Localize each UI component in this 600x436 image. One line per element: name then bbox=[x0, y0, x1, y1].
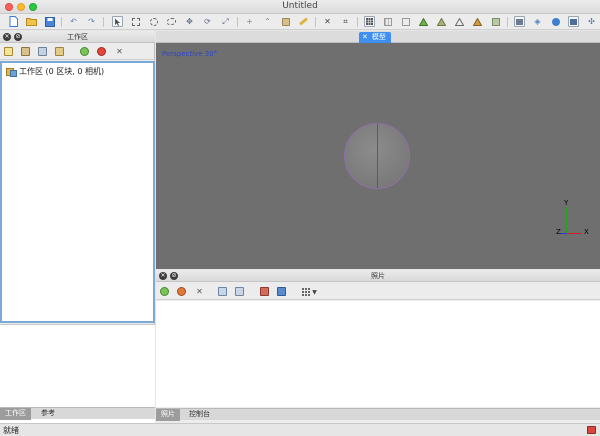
axis-gizmo: Y Z X bbox=[556, 199, 596, 239]
shapes-icon[interactable]: ◈ bbox=[532, 16, 543, 27]
remove-icon[interactable]: ✕ bbox=[114, 46, 125, 57]
tab-console[interactable]: 控制台 bbox=[184, 409, 215, 421]
panel-icon[interactable] bbox=[568, 16, 579, 27]
move-icon[interactable]: ✥ bbox=[184, 16, 195, 27]
enable-icon[interactable] bbox=[80, 47, 89, 56]
rotate-left-icon[interactable] bbox=[218, 287, 227, 296]
main-toolbar: ↶ ↷ ✥ ⟳ ⤢ + ⌃ ✕ ⌗ ◈ ✣ bbox=[0, 14, 600, 30]
tab-model-label: 模型 bbox=[371, 33, 386, 41]
move-arrows-icon[interactable]: ✣ bbox=[586, 16, 597, 27]
wire-icon[interactable] bbox=[490, 16, 501, 27]
z-axis-line bbox=[560, 233, 567, 234]
photos-title: 照片 bbox=[371, 272, 385, 280]
measure-icon[interactable] bbox=[298, 16, 309, 27]
image-view-icon[interactable] bbox=[277, 287, 286, 296]
model-viewport[interactable]: Perspective 30° Y Z X bbox=[156, 43, 600, 269]
circle-select-icon[interactable] bbox=[148, 16, 159, 27]
save-icon[interactable] bbox=[44, 16, 55, 27]
mesh-icon[interactable] bbox=[454, 16, 465, 27]
photos-toolbar: ✕ ▼ bbox=[156, 283, 600, 300]
crosshair-icon[interactable]: + bbox=[244, 16, 255, 27]
paint-icon[interactable] bbox=[280, 16, 291, 27]
photos-list[interactable] bbox=[156, 301, 600, 407]
toolbar-separator bbox=[237, 17, 238, 27]
remove-icon[interactable]: ✕ bbox=[194, 286, 205, 297]
reset-view-icon[interactable] bbox=[260, 287, 269, 296]
ortho-icon[interactable] bbox=[400, 16, 411, 27]
add-photos-icon[interactable] bbox=[21, 47, 30, 56]
z-axis-label: Z bbox=[556, 228, 561, 236]
trackball-meridian bbox=[377, 124, 378, 188]
trackball-sphere[interactable] bbox=[344, 123, 410, 189]
add-folder-icon[interactable] bbox=[38, 47, 47, 56]
toolbar-separator bbox=[357, 17, 358, 27]
workspace-tabs: 工作区 参考 bbox=[0, 407, 155, 420]
toolbar-separator bbox=[315, 17, 316, 27]
notification-icon[interactable] bbox=[587, 426, 596, 434]
texture-icon[interactable] bbox=[436, 16, 447, 27]
tab-workspace[interactable]: 工作区 bbox=[0, 408, 31, 420]
add-chunk-icon[interactable] bbox=[4, 47, 13, 56]
crop-icon[interactable]: ⌗ bbox=[340, 16, 351, 27]
tab-model[interactable]: ✕ 模型 bbox=[359, 32, 391, 43]
photos-tabs: 照片 控制台 bbox=[156, 408, 600, 421]
projection-label: Perspective 30° bbox=[162, 50, 218, 58]
status-text: 就绪 bbox=[3, 426, 19, 435]
disable-icon[interactable] bbox=[97, 47, 106, 56]
window-title: Untitled bbox=[282, 1, 318, 11]
undo-icon[interactable]: ↶ bbox=[68, 16, 79, 27]
lasso-select-icon[interactable] bbox=[166, 16, 177, 27]
title-bar: Untitled bbox=[0, 0, 600, 14]
tree-item-workspace[interactable]: 工作区 (0 区块, 0 相机) bbox=[6, 66, 104, 77]
open-folder-icon[interactable] bbox=[26, 16, 37, 27]
ruler-icon[interactable]: ⌃ bbox=[262, 16, 273, 27]
enable-icon[interactable] bbox=[160, 287, 169, 296]
grid-icon[interactable] bbox=[364, 16, 375, 27]
y-axis-line bbox=[566, 207, 567, 234]
close-tab-icon[interactable]: ✕ bbox=[362, 32, 368, 43]
x-axis-label: X bbox=[584, 228, 589, 236]
cut-icon[interactable]: ✕ bbox=[322, 16, 333, 27]
photo-icon[interactable] bbox=[514, 16, 525, 27]
shade-icon[interactable] bbox=[418, 16, 429, 27]
photos-panel: ✕ ⊘ 照片 ✕ ▼ 照片 控制台 bbox=[156, 270, 600, 423]
workspace-panel: ✕ ⊘ 工作区 ✕ 工作区 (0 区块, 0 相机) 工作区 参考 bbox=[0, 31, 155, 436]
info-icon[interactable] bbox=[550, 16, 561, 27]
workspace-panel-header: ✕ ⊘ 工作区 bbox=[0, 31, 155, 43]
toolbar-separator bbox=[103, 17, 104, 27]
grid-dots-icon[interactable] bbox=[382, 16, 393, 27]
rotate-icon[interactable]: ⟳ bbox=[202, 16, 213, 27]
points-icon[interactable] bbox=[472, 16, 483, 27]
tree-item-label: 工作区 (0 区块, 0 相机) bbox=[19, 67, 105, 76]
add-marker-icon[interactable] bbox=[55, 47, 64, 56]
document-tab-strip: ✕ 模型 bbox=[156, 31, 600, 43]
workspace-tree[interactable]: 工作区 (0 区块, 0 相机) bbox=[0, 61, 155, 323]
new-file-icon[interactable] bbox=[8, 16, 19, 27]
tab-photos[interactable]: 照片 bbox=[156, 409, 180, 421]
photos-panel-header: ✕ ⊘ 照片 bbox=[156, 270, 600, 282]
disable-icon[interactable] bbox=[177, 287, 186, 296]
rect-select-icon[interactable] bbox=[130, 16, 141, 27]
workspace-toolbar: ✕ bbox=[0, 44, 155, 60]
toolbar-separator bbox=[507, 17, 508, 27]
rotate-right-icon[interactable] bbox=[235, 287, 244, 296]
redo-icon[interactable]: ↷ bbox=[86, 16, 97, 27]
x-axis-line bbox=[566, 233, 582, 234]
toolbar-separator bbox=[61, 17, 62, 27]
workspace-title: 工作区 bbox=[67, 33, 88, 41]
pointer-icon[interactable] bbox=[112, 16, 123, 27]
status-bar: 就绪 bbox=[0, 423, 600, 436]
scale-icon[interactable]: ⤢ bbox=[220, 16, 231, 27]
workspace-icon bbox=[6, 67, 17, 77]
chevron-down-icon[interactable]: ▼ bbox=[309, 287, 320, 298]
tab-reference[interactable]: 参考 bbox=[36, 408, 60, 420]
y-axis-label: Y bbox=[564, 199, 569, 207]
